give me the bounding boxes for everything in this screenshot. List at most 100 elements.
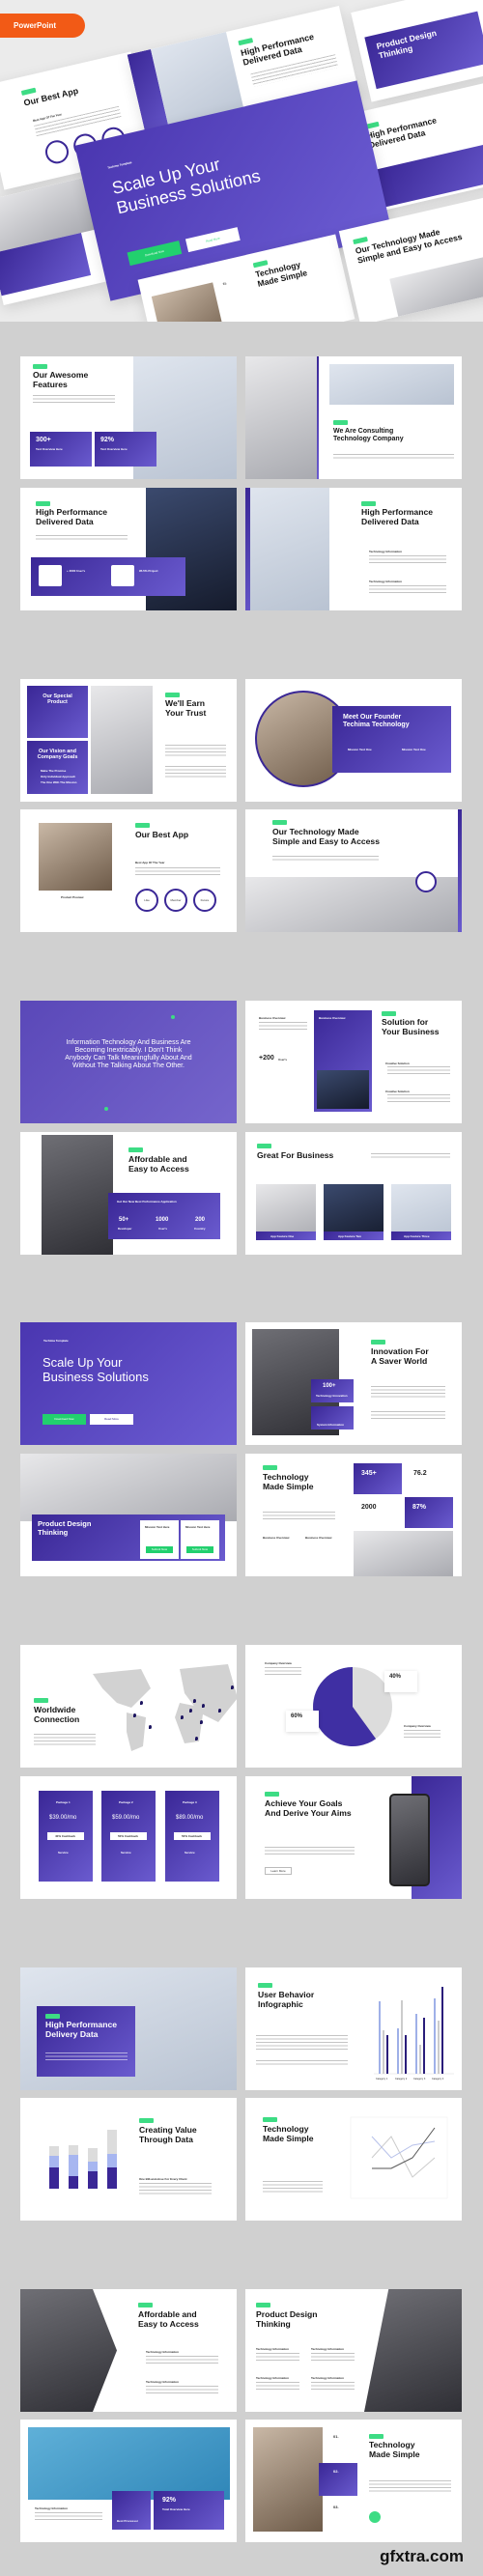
slide-title: Our Technology Made Simple and Easy to A…: [272, 827, 380, 846]
slide-pie-overview: Company Overview 40% 60% Company Overvie…: [245, 1645, 462, 1768]
slide-technology-made-simple-line: Technology Made Simple: [245, 2098, 462, 2221]
package-name: Package 3: [183, 1800, 197, 1804]
stacked-bar: [49, 2146, 59, 2189]
feature-label: 95.5% Project: [139, 569, 158, 573]
mission-label: Mission Text Here: [145, 1525, 170, 1529]
hero-tms-num: 01.: [222, 281, 228, 286]
slide-solution-for-business: Business Overview +200 User's Business O…: [245, 1001, 462, 1123]
category-label: Category 2: [395, 2078, 408, 2081]
watermark: gfxtra.com: [380, 2547, 464, 2565]
check-icon: [369, 2511, 381, 2523]
stat-value: 345+: [361, 1470, 377, 1477]
step-number: 02.: [333, 2469, 339, 2474]
stat-label: Total Overview Here: [162, 2507, 190, 2511]
slide-title: Great For Business: [257, 1150, 334, 1160]
stat-value: 87%: [412, 1504, 427, 1511]
slide-title: Technology Made Simple: [369, 2440, 420, 2459]
slide-title: Meet Our Founder Techima Technology: [343, 714, 410, 729]
hero-otm-title: Our Technology Made Simple and Easy to A…: [354, 226, 464, 266]
bullet-label: Technology Information: [146, 2380, 179, 2384]
slide-our-best-app: Product Preview Our Best App Best App Of…: [20, 809, 237, 932]
stat-label: Text Overview Here: [100, 447, 128, 451]
slide-product-design-thinking-2: Product Design Thinking Technology Infor…: [245, 2289, 462, 2412]
mission-label: Mission Text One: [348, 748, 372, 751]
slide-title: Achieve Your Goals And Derive Your Aims: [265, 1798, 352, 1818]
read-more-button[interactable]: Read More: [90, 1414, 133, 1425]
stat-unit: User's: [278, 1058, 288, 1062]
slide-affordable-access-2: Affordable and Easy to Access Technology…: [20, 2289, 237, 2412]
pie-label: 60%: [291, 1713, 303, 1719]
package-price: $39.00/mo: [49, 1815, 77, 1821]
learn-more-button[interactable]: Learn More: [265, 1867, 292, 1875]
slide-achieve-goals: Achieve Your Goals And Derive Your Aims …: [245, 1776, 462, 1899]
bullet-label: Creative Solution: [385, 1090, 410, 1093]
overview-label: Company Overview: [265, 1661, 292, 1665]
category-label: Category 3: [413, 2078, 426, 2081]
slide-subtitle: One Bill-and-dose For Every Client: [139, 2177, 187, 2181]
info-label: Technology Information: [35, 2506, 68, 2510]
slide-title: High Performance Delivered Data: [361, 507, 434, 526]
slide-title: Affordable and Easy to Access: [128, 1154, 189, 1174]
hero-main-title: Scale Up Your Business Solutions: [110, 154, 263, 218]
stat-value: 2000: [361, 1504, 377, 1511]
stat-label: Country: [194, 1227, 206, 1231]
info-label: Technology Information: [256, 2376, 289, 2380]
circle-like: Like: [135, 889, 158, 912]
slide-title: Technology Made Simple: [263, 1472, 314, 1491]
package-price: $59.00/mo: [112, 1815, 140, 1821]
stat-label: Text Overview Here: [36, 447, 63, 451]
slide-title: Product Design Thinking: [38, 1519, 92, 1537]
package-discount: 50% Cashback: [118, 1834, 139, 1838]
slide-earn-your-trust: Our Special Product Our Vision and Compa…: [20, 679, 237, 802]
stacked-bar: [107, 2130, 117, 2189]
mission-label: Mission Text Here: [185, 1525, 211, 1529]
slide-subtitle: Best App Of The Year: [135, 861, 165, 864]
category-1-bars: [379, 2001, 388, 2074]
slide-title: Worldwide Connection: [34, 1705, 80, 1724]
submit-button[interactable]: Submit Now: [146, 1546, 173, 1553]
slide-product-design-thinking: Product Design Thinking Mission Text Her…: [20, 1454, 237, 1576]
line-chart: [350, 2116, 448, 2199]
slide-best-processor: Technology Information Best Processor 92…: [20, 2420, 237, 2542]
pie-label: 40%: [389, 1674, 402, 1680]
stat-value: 50+: [119, 1217, 129, 1223]
download-button[interactable]: Download Now: [43, 1414, 86, 1425]
step-number: 01.: [333, 2434, 339, 2439]
submit-button[interactable]: Submit Now: [186, 1546, 213, 1553]
slide-title: Solution for Your Business: [382, 1017, 440, 1036]
circle-member: Member: [164, 889, 187, 912]
package-discount: 50% Cashback: [182, 1834, 203, 1838]
slide-title: Innovation For A Saver World: [371, 1346, 429, 1366]
pie-chart: [313, 1667, 392, 1746]
overview-label: Company Overview: [404, 1724, 431, 1728]
slide-hp-delivery-data: High Performance Delivery Data: [20, 1967, 237, 2090]
slide-technology-made-simple-stats: Technology Made Simple Business Overview…: [245, 1454, 462, 1576]
slide-title: Our Best App: [135, 830, 189, 839]
stat-value: 1000: [156, 1217, 169, 1223]
slide-our-technology-made-simple: Our Technology Made Simple and Easy to A…: [245, 809, 462, 932]
package-name: Package 2: [119, 1800, 133, 1804]
package-discount: 40% Cashback: [55, 1834, 76, 1838]
hero-read-more-button[interactable]: Read More: [185, 227, 241, 253]
slide-hp-delivered-data-2: High Performance Delivered Data Technolo…: [245, 488, 462, 610]
hero-collage: Our Best App Best App Of The Year High P…: [0, 0, 483, 322]
box-title: Our Special Product: [43, 694, 72, 706]
overview-label: Business Overview: [259, 1016, 286, 1020]
slide-title: Creating Value Through Data: [139, 2125, 197, 2144]
slide-title: High Performance Delivery Data: [45, 2020, 118, 2039]
bullet-label: Technology Information: [146, 2350, 179, 2354]
bar-chart: [374, 1987, 454, 2075]
slide-user-behavior: User Behavior Infographic Category 1 Cat…: [245, 1967, 462, 2090]
bullet-label: Technology Information: [369, 550, 402, 553]
info-label: Technology Information: [311, 2376, 344, 2380]
box-label: Best Processor: [117, 2519, 139, 2523]
template-tag: Techima Template: [43, 1339, 69, 1343]
category-label: Category 1: [376, 2078, 388, 2081]
stat-label: Technology Innovation: [316, 1394, 348, 1398]
slide-meet-our-founder: Meet Our Founder Techima Technology Miss…: [245, 679, 462, 802]
category-4-bars: [434, 1987, 443, 2074]
slide-title: We Are Consulting Technology Company: [333, 428, 404, 443]
slide-great-for-business: Great For Business App Feature One App F…: [245, 1132, 462, 1255]
hero-download-button[interactable]: Download Now: [127, 241, 183, 267]
quote-text: Information Technology And Business Are …: [65, 1039, 192, 1070]
